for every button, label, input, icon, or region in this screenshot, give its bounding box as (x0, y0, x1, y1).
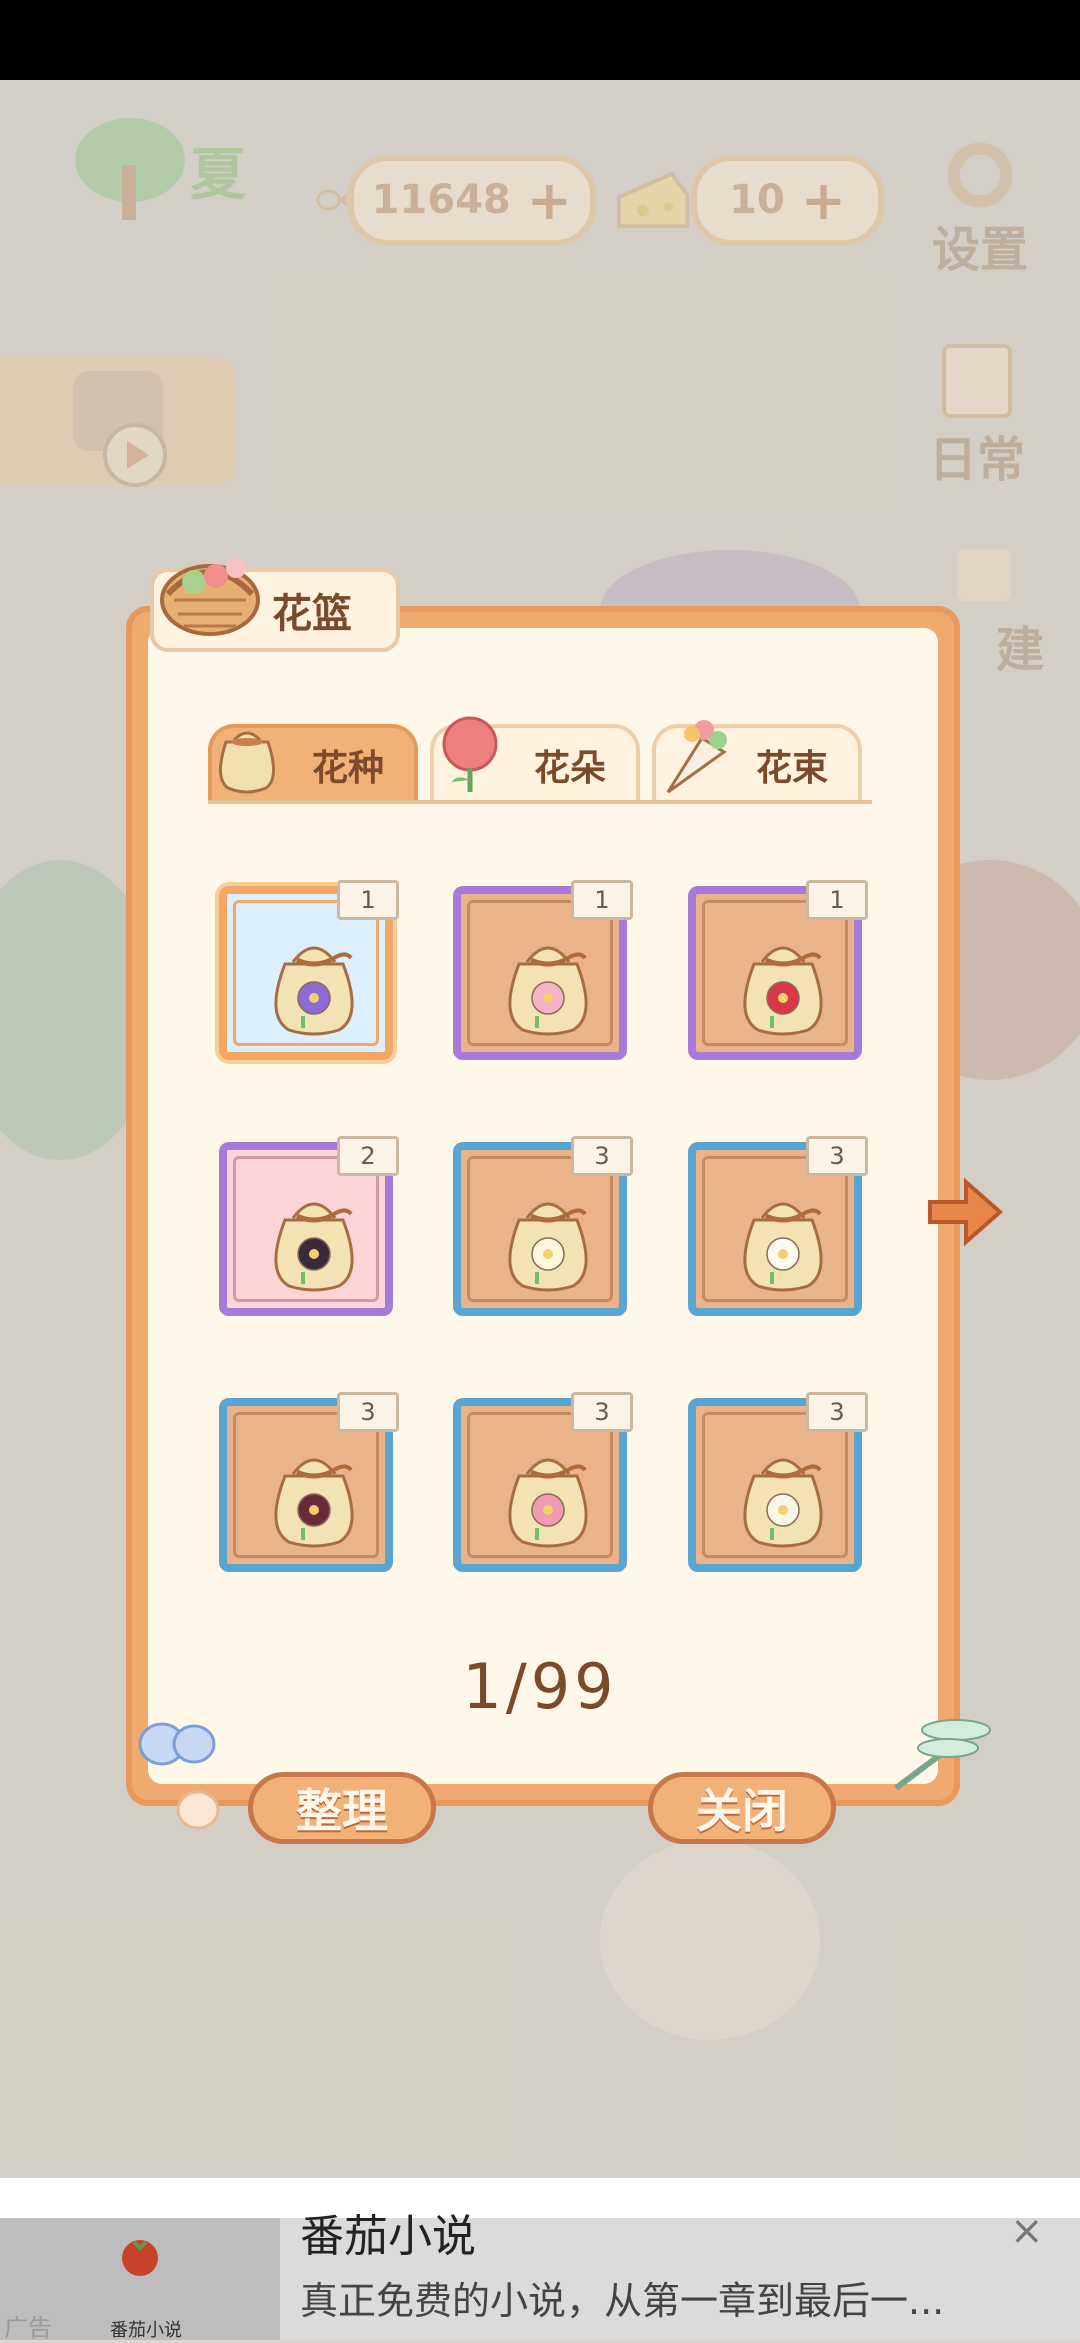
seed-bag-icon (219, 731, 275, 794)
dragonfly-icon (894, 1719, 991, 1791)
panel-title: 花篮 (272, 591, 352, 637)
item-count-flag: 2 (337, 1136, 399, 1176)
seed-slot[interactable]: 1 (219, 880, 399, 1060)
seed-slot[interactable]: 3 (688, 1136, 868, 1316)
next-page-arrow-icon[interactable] (926, 1176, 1004, 1248)
ad-logo-text: 番茄小说 (110, 2320, 182, 2341)
white-cluster-seed-bag-icon (508, 1202, 588, 1292)
item-count-flag: 1 (806, 880, 868, 920)
seed-slot[interactable]: 3 (219, 1392, 399, 1572)
seed-slot[interactable]: 3 (453, 1392, 633, 1572)
pink-peony-seed-bag-icon (508, 1458, 588, 1548)
close-button-label: 关闭 (696, 1784, 788, 1838)
tomato-logo-icon (122, 2240, 158, 2276)
purple-aster-seed-bag-icon (274, 946, 354, 1036)
item-count-flag: 3 (571, 1136, 633, 1176)
ad-close-icon[interactable]: × (1010, 2208, 1044, 2254)
tab-flowers-label: 花朵 (533, 748, 606, 789)
rose-icon (442, 716, 498, 792)
red-camellia-seed-bag-icon (743, 946, 823, 1036)
black-tulip-seed-bag-icon (274, 1202, 354, 1292)
item-count-flag: 3 (806, 1136, 868, 1176)
item-count-flag: 1 (571, 880, 633, 920)
tab-seeds[interactable]: 花种 (208, 724, 418, 802)
dark-chrysanthemum-seed-bag-icon (274, 1458, 354, 1548)
ad-title: 番茄小说 (300, 2211, 476, 2262)
bouquet-icon (666, 720, 727, 794)
seed-slot[interactable]: 2 (219, 1136, 399, 1316)
ad-banner[interactable]: 番茄小说 广告 番茄小说 真正免费的小说，从第一章到最后一... × (0, 2178, 1080, 2342)
butterfly-icon (138, 1722, 220, 1830)
ad-description: 真正免费的小说，从第一章到最后一... (300, 2279, 945, 2323)
seed-slot[interactable]: 3 (688, 1392, 868, 1572)
item-count-flag: 3 (806, 1392, 868, 1432)
sort-button-label: 整理 (296, 1784, 388, 1838)
tab-divider (208, 800, 872, 804)
flower-basket-icon (160, 558, 260, 636)
white-lily-seed-bag-icon (743, 1202, 823, 1292)
white-narcissus-seed-bag-icon (743, 1458, 823, 1548)
tab-bouquets[interactable]: 花束 (652, 720, 862, 802)
seed-slot[interactable]: 1 (453, 880, 633, 1060)
pink-hibiscus-seed-bag-icon (508, 946, 588, 1036)
tab-flowers[interactable]: 花朵 (430, 716, 640, 802)
item-count-flag: 1 (337, 880, 399, 920)
page-indicator: 1/99 (462, 1650, 618, 1723)
sort-button[interactable]: 整理 (248, 1772, 436, 1844)
category-tabs: 花种 花朵 花束 (208, 700, 872, 804)
tab-bouquets-label: 花束 (755, 748, 828, 789)
close-button[interactable]: 关闭 (648, 1772, 836, 1844)
status-bar (0, 0, 1080, 80)
ad-tag: 广告 (4, 2314, 52, 2342)
seed-slot[interactable]: 3 (453, 1136, 633, 1316)
seed-slot[interactable]: 1 (688, 880, 868, 1060)
tab-seeds-label: 花种 (311, 748, 384, 789)
item-count-flag: 3 (571, 1392, 633, 1432)
item-count-flag: 3 (337, 1392, 399, 1432)
